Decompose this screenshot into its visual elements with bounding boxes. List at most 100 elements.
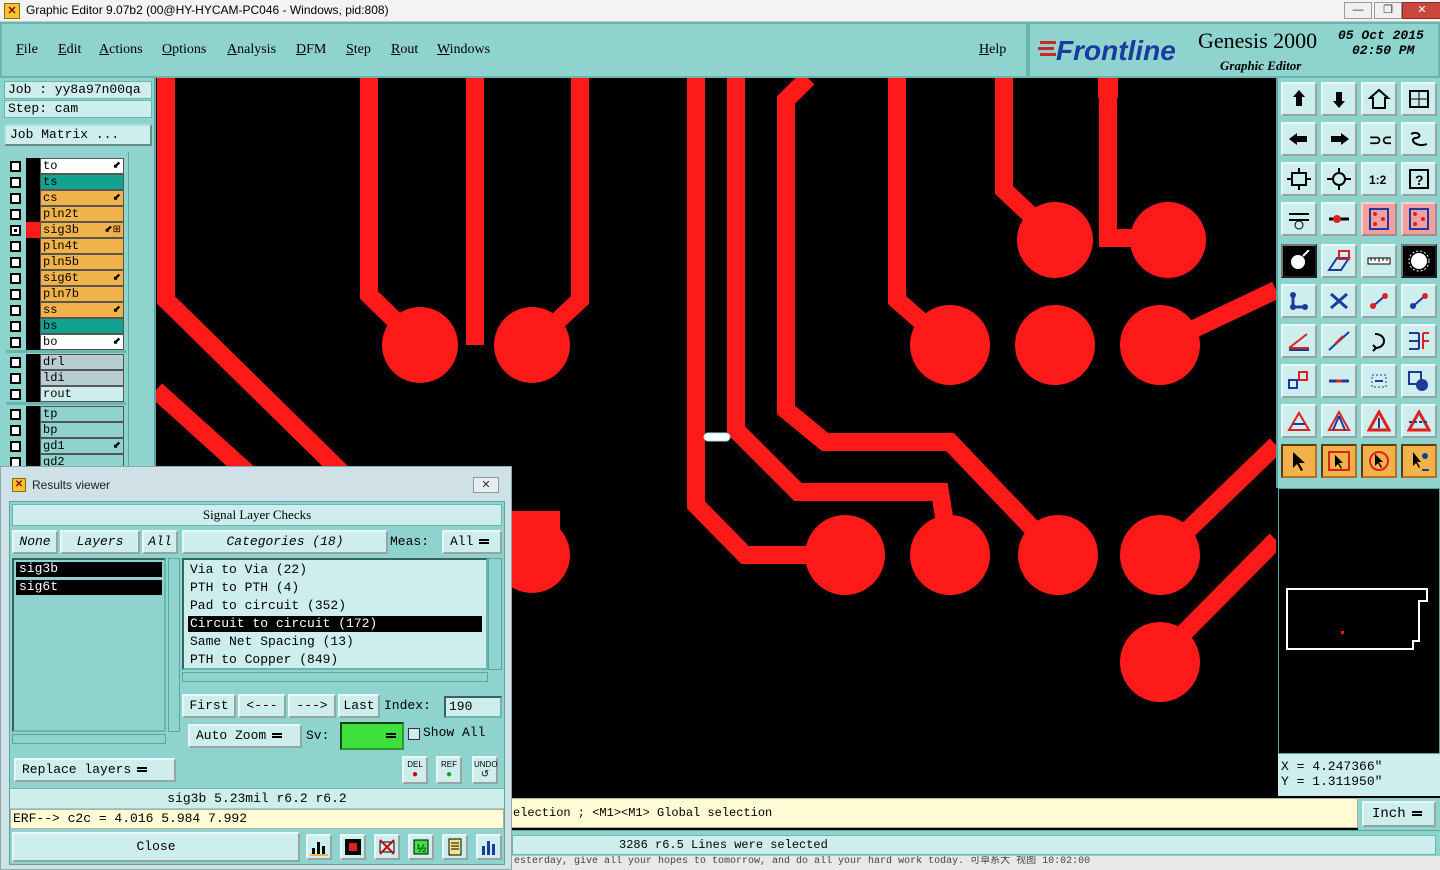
layer-checkbox[interactable] bbox=[10, 161, 21, 172]
add-arc-tool-button[interactable] bbox=[1281, 364, 1317, 398]
close-window-button[interactable]: ✕ bbox=[1402, 2, 1440, 19]
result-layer-item[interactable]: sig3b bbox=[16, 562, 162, 577]
graph-icon[interactable] bbox=[340, 834, 366, 860]
reference-button[interactable]: REF ● bbox=[436, 756, 462, 784]
layer-name[interactable]: gd1 ⬋ bbox=[40, 438, 124, 454]
layer-name[interactable]: pln2t bbox=[40, 206, 124, 222]
layer-name[interactable]: bp bbox=[40, 422, 124, 438]
layer-name[interactable]: to ⬋ bbox=[40, 158, 124, 174]
notes-icon[interactable] bbox=[442, 834, 468, 860]
results-viewer-title-bar[interactable]: ✕ Results viewer ✕ bbox=[1, 467, 511, 501]
undo-button[interactable]: UNDO ↺ bbox=[472, 756, 498, 784]
delete-result-button[interactable]: DEL ● bbox=[402, 756, 428, 784]
layer-checkbox[interactable] bbox=[10, 425, 21, 436]
measure-tool-button[interactable] bbox=[1281, 202, 1317, 236]
layer-name[interactable]: pln5b bbox=[40, 254, 124, 270]
copy-feature-tool-button[interactable] bbox=[1401, 284, 1437, 318]
layer-name[interactable]: sig3b ⬋⊞ bbox=[40, 222, 124, 238]
layer-name[interactable]: pln4t bbox=[40, 238, 124, 254]
layer-name[interactable]: rout bbox=[40, 386, 124, 402]
layer-row-ts[interactable]: ts bbox=[6, 174, 126, 190]
layer-row-tp[interactable]: tp bbox=[6, 406, 126, 422]
layer-checkbox[interactable] bbox=[10, 305, 21, 316]
layer-name[interactable]: tp bbox=[40, 406, 124, 422]
category-item[interactable]: PTH to Copper (849) bbox=[188, 652, 482, 668]
layer-list-scrollbar[interactable] bbox=[168, 558, 180, 732]
layer-checkbox[interactable] bbox=[10, 209, 21, 220]
layer-panel-scrollbar[interactable] bbox=[128, 152, 152, 468]
angle-line-tool-button[interactable] bbox=[1281, 324, 1317, 358]
menu-options[interactable]: Options bbox=[162, 42, 206, 58]
fit-tool-button[interactable] bbox=[1281, 162, 1317, 196]
add-via-tool-button[interactable] bbox=[1401, 244, 1437, 278]
layer-checkbox[interactable] bbox=[10, 225, 21, 236]
zoom-home-tool-button[interactable] bbox=[1321, 162, 1357, 196]
window-zoom-tool-button[interactable] bbox=[1401, 82, 1437, 116]
triangle-a-tool-button[interactable] bbox=[1321, 404, 1357, 438]
layer-row-bp[interactable]: bp bbox=[6, 422, 126, 438]
layer-display-swatch[interactable] bbox=[26, 302, 40, 318]
step-repeat-icon[interactable]: ½ bbox=[408, 834, 434, 860]
layer-display-swatch[interactable] bbox=[26, 386, 40, 402]
layer-row-pln2t[interactable]: pln2t bbox=[6, 206, 126, 222]
layer-display-swatch[interactable] bbox=[26, 334, 40, 350]
category-list-scrollbar[interactable] bbox=[488, 558, 502, 670]
layer-row-pln5b[interactable]: pln5b bbox=[6, 254, 126, 270]
category-item[interactable]: Same Net Spacing (13) bbox=[188, 634, 482, 650]
layer-checkbox[interactable] bbox=[10, 357, 21, 368]
index-input[interactable]: 190 bbox=[444, 696, 502, 718]
zoom-mode-selector[interactable]: Auto Zoom bbox=[188, 724, 302, 748]
layer-checkbox[interactable] bbox=[10, 337, 21, 348]
category-item[interactable]: PTH to PTH (4) bbox=[188, 580, 482, 596]
layer-row-cs[interactable]: cs ⬋ bbox=[6, 190, 126, 206]
layer-list-hscrollbar[interactable] bbox=[12, 734, 166, 744]
triangle-warning-tool-button[interactable] bbox=[1281, 404, 1317, 438]
layer-display-swatch[interactable] bbox=[26, 190, 40, 206]
menu-analysis[interactable]: Analysis bbox=[227, 42, 276, 58]
layer-row-ss[interactable]: ss ⬋ bbox=[6, 302, 126, 318]
add-surface-tool-button[interactable] bbox=[1321, 244, 1357, 278]
layers-button[interactable]: Layers bbox=[60, 530, 140, 554]
layer-checkbox[interactable] bbox=[10, 289, 21, 300]
none-button[interactable]: None bbox=[12, 530, 58, 554]
layer-name[interactable]: drl bbox=[40, 354, 124, 370]
select-net-tool-button[interactable] bbox=[1361, 444, 1397, 478]
layer-checkbox[interactable] bbox=[10, 389, 21, 400]
layers-select-tool-button[interactable] bbox=[1401, 202, 1437, 236]
category-list[interactable]: Via to Via (22) PTH to PTH (4) Pad to ci… bbox=[182, 558, 488, 670]
pan-up-tool-button[interactable] bbox=[1281, 82, 1317, 116]
menu-step[interactable]: Step bbox=[346, 42, 371, 58]
layer-display-swatch[interactable] bbox=[26, 270, 40, 286]
menu-dfm[interactable]: DFM bbox=[296, 42, 326, 58]
layer-checkbox[interactable] bbox=[10, 241, 21, 252]
result-layer-item[interactable]: sig6t bbox=[16, 580, 162, 595]
layer-display-swatch[interactable] bbox=[26, 222, 40, 238]
sv-color-selector[interactable] bbox=[340, 722, 404, 750]
layer-row-pln7b[interactable]: pln7b bbox=[6, 286, 126, 302]
home-tool-button[interactable] bbox=[1361, 82, 1397, 116]
first-button[interactable]: First bbox=[182, 694, 236, 718]
menu-actions[interactable]: Actions bbox=[99, 42, 143, 58]
layers-view-tool-button[interactable] bbox=[1361, 202, 1397, 236]
arc-tool-button[interactable] bbox=[1361, 324, 1397, 358]
layer-row-bs[interactable]: bs bbox=[6, 318, 126, 334]
menu-file[interactable]: File bbox=[16, 42, 38, 58]
layer-display-swatch[interactable] bbox=[26, 438, 40, 454]
last-button[interactable]: Last bbox=[338, 694, 380, 718]
triangle-up-tool-button[interactable] bbox=[1361, 404, 1397, 438]
board-overview[interactable] bbox=[1278, 488, 1440, 754]
job-matrix-button[interactable]: Job Matrix ... bbox=[4, 124, 152, 146]
pan-right-tool-button[interactable] bbox=[1321, 122, 1357, 156]
category-item[interactable]: Via to Via (22) bbox=[188, 562, 482, 578]
layer-checkbox[interactable] bbox=[10, 273, 21, 284]
layer-checkbox[interactable] bbox=[10, 441, 21, 452]
delete-vertex-tool-button[interactable] bbox=[1321, 284, 1357, 318]
layer-row-sig3b[interactable]: sig3b ⬋⊞ bbox=[6, 222, 126, 238]
layer-display-swatch[interactable] bbox=[26, 238, 40, 254]
category-item-selected[interactable]: Circuit to circuit (172) bbox=[188, 616, 482, 632]
select-box-tool-button[interactable] bbox=[1321, 444, 1357, 478]
layer-row-ldi[interactable]: ldi bbox=[6, 370, 126, 386]
layer-row-gd1[interactable]: gd1 ⬋ bbox=[6, 438, 126, 454]
snap-tool-button[interactable] bbox=[1321, 202, 1357, 236]
connect-tool-button[interactable] bbox=[1281, 284, 1317, 318]
